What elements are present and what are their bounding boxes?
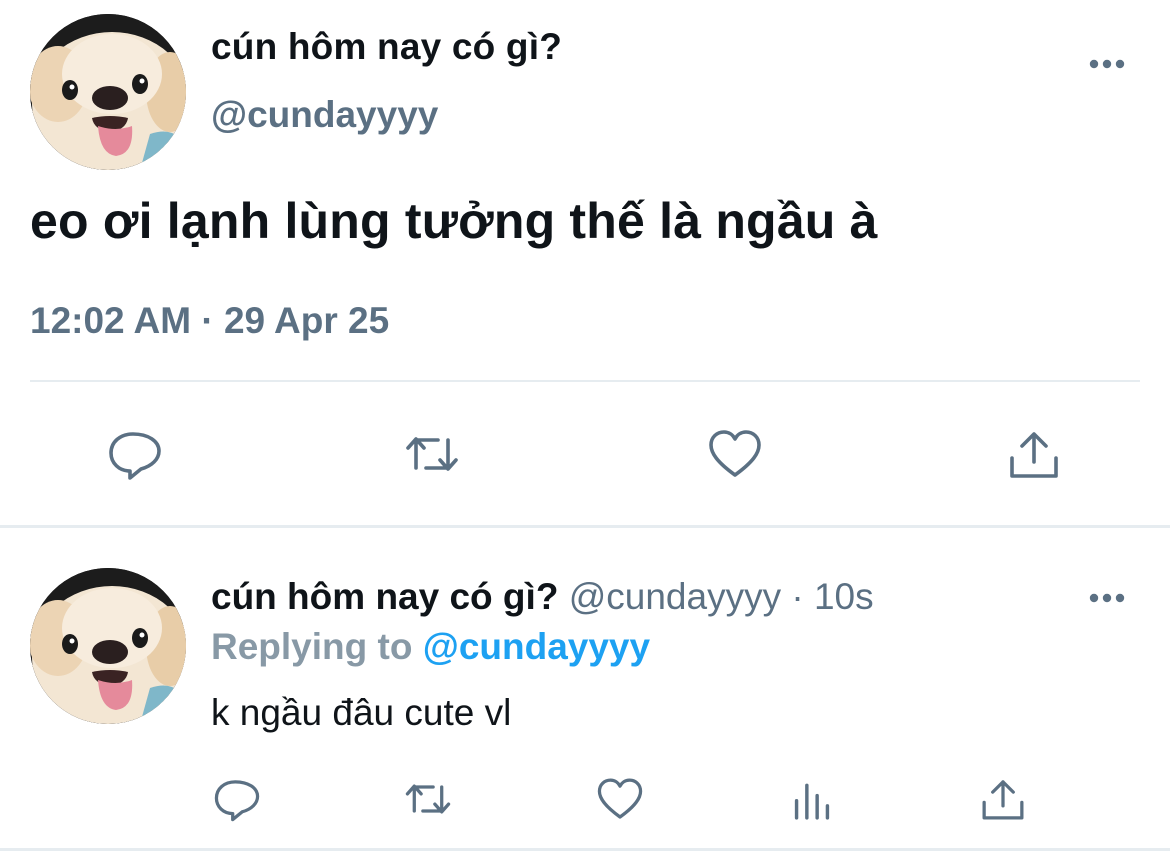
share-icon <box>982 780 1024 820</box>
tweet-text: eo ơi lạnh lùng tưởng thế là ngầu à <box>30 193 878 249</box>
reply-share-button[interactable] <box>976 772 1030 826</box>
reply-icon <box>109 432 161 480</box>
reply-analytics-button[interactable] <box>785 772 839 826</box>
bottom-divider <box>0 848 1170 851</box>
reply-retweet-button[interactable] <box>401 772 455 826</box>
replying-to: Replying to @cundayyyy <box>211 626 650 668</box>
share-icon <box>1010 432 1058 478</box>
analytics-icon <box>794 783 830 820</box>
reply-meta: @cundayyyy · 10s <box>558 576 874 617</box>
more-options-icon[interactable] <box>1086 44 1128 84</box>
reply-header: cún hôm nay có gì? @cundayyyy · 10s <box>211 576 874 618</box>
divider <box>30 380 1140 382</box>
author-name[interactable]: cún hôm nay có gì? <box>211 26 562 68</box>
like-icon <box>597 778 643 819</box>
like-button[interactable] <box>703 422 767 486</box>
reply-author-avatar[interactable] <box>30 568 186 724</box>
reply-text: k ngầu đâu cute vl <box>211 692 512 733</box>
retweet-icon <box>406 437 458 471</box>
author-handle[interactable]: @cundayyyy <box>211 94 438 136</box>
like-icon <box>709 430 761 477</box>
reply-button[interactable] <box>103 422 167 486</box>
puppy-avatar-icon <box>30 568 186 724</box>
replying-to-handle-link[interactable]: @cundayyyy <box>423 626 650 667</box>
share-button[interactable] <box>1002 422 1066 486</box>
author-avatar[interactable] <box>30 14 186 170</box>
reply-reply-button[interactable] <box>210 772 264 826</box>
puppy-avatar-icon <box>30 14 186 170</box>
tweet-timestamp[interactable]: 12:02 AM · 29 Apr 25 <box>30 300 389 342</box>
reply-icon <box>214 780 260 822</box>
reply-author-name[interactable]: cún hôm nay có gì? <box>211 576 558 617</box>
reply-like-button[interactable] <box>593 772 647 826</box>
reply-more-options-icon[interactable] <box>1086 578 1128 618</box>
retweet-icon <box>405 784 451 814</box>
replying-to-label: Replying to <box>211 626 423 667</box>
section-divider <box>0 525 1170 528</box>
retweet-button[interactable] <box>400 422 464 486</box>
